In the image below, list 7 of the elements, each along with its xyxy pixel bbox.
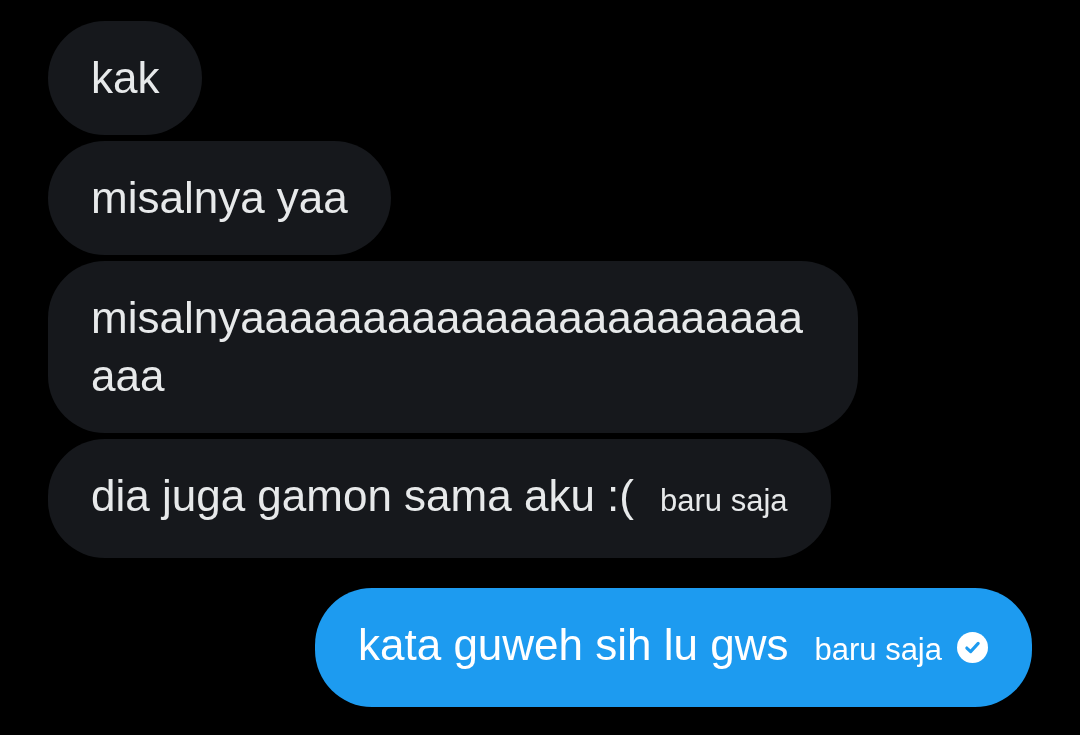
message-text: kak <box>91 52 160 104</box>
message-text: misalnya yaa <box>91 172 348 224</box>
timestamp: baru saja <box>814 631 942 669</box>
message-text: kata guweh sih lu gws <box>358 619 789 671</box>
message-text: dia juga gamon sama aku :( <box>91 470 634 522</box>
timestamp: baru saja <box>660 482 788 520</box>
message-text: misalnyaaaaaaaaaaaaaaaaaaaaaaaaaa <box>91 292 804 402</box>
